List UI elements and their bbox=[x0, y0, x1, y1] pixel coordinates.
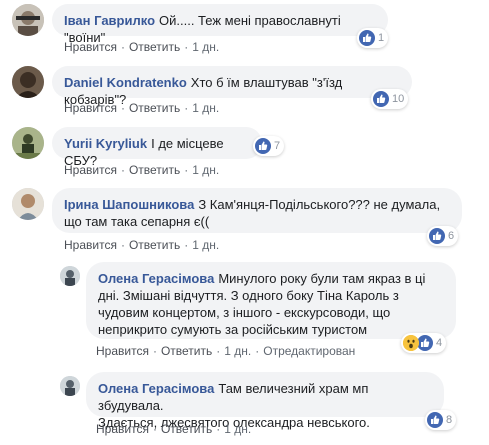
reply-link[interactable]: Ответить bbox=[129, 238, 180, 252]
like-reaction-icon bbox=[255, 138, 271, 154]
wow-reaction-icon bbox=[403, 335, 419, 351]
edited-label[interactable]: Отредактирован bbox=[263, 344, 355, 358]
reply-bubble: Олена Герасімова Там величезний храм мп з… bbox=[86, 372, 444, 430]
reactions-summary[interactable]: 7 bbox=[253, 136, 285, 156]
reply-link[interactable]: Ответить bbox=[129, 101, 180, 115]
reply-text-line: неприкрито сумують за російським туристо… bbox=[98, 322, 368, 337]
avatar[interactable] bbox=[12, 127, 44, 159]
timestamp[interactable]: 1 дн. bbox=[192, 40, 219, 54]
comment-author[interactable]: Daniel Kondratenko bbox=[64, 75, 187, 90]
timestamp[interactable]: 1 дн. bbox=[224, 344, 251, 358]
timestamp[interactable]: 1 дн. bbox=[224, 422, 251, 436]
avatar[interactable] bbox=[60, 266, 80, 286]
like-reaction-icon bbox=[417, 335, 433, 351]
reply-link[interactable]: Ответить bbox=[129, 40, 180, 54]
comment-author[interactable]: Ірина Шапошникова bbox=[64, 197, 194, 212]
reaction-count: 7 bbox=[274, 140, 281, 152]
reaction-count: 10 bbox=[392, 93, 405, 105]
reactions-summary[interactable]: 6 bbox=[427, 226, 459, 246]
comment-bubble: Yurii Kyryliuk І де місцеве СБУ? bbox=[52, 127, 262, 168]
avatar[interactable] bbox=[12, 4, 44, 36]
timestamp[interactable]: 1 дн. bbox=[192, 238, 219, 252]
comment-text-line: що там така сепарня є(( bbox=[64, 214, 210, 229]
reply-link[interactable]: Ответить bbox=[129, 163, 180, 177]
reply-actions: Нравится · Ответить · 1 дн. · Отредактирован bbox=[96, 344, 356, 358]
comment-author[interactable]: Yurii Kyryliuk bbox=[64, 136, 147, 151]
like-reaction-icon bbox=[429, 228, 445, 244]
comment-actions: Нравится · Ответить · 1 дн. bbox=[64, 40, 220, 54]
reaction-count: 4 bbox=[436, 337, 443, 349]
reply-author[interactable]: Олена Герасімова bbox=[98, 271, 214, 286]
like-link[interactable]: Нравится bbox=[64, 101, 117, 115]
like-reaction-icon bbox=[427, 412, 443, 428]
reactions-summary[interactable]: 8 bbox=[425, 410, 457, 430]
avatar[interactable] bbox=[12, 66, 44, 98]
reply-link[interactable]: Ответить bbox=[161, 422, 212, 436]
reaction-count: 8 bbox=[446, 414, 453, 426]
reaction-count: 6 bbox=[448, 230, 455, 242]
like-reaction-icon bbox=[359, 30, 375, 46]
avatar[interactable] bbox=[12, 188, 44, 220]
reaction-count: 1 bbox=[378, 32, 385, 44]
comment-actions: Нравится · Ответить · 1 дн. bbox=[64, 101, 220, 115]
comment-actions: Нравится · Ответить · 1 дн. bbox=[64, 238, 220, 252]
comment-bubble: Іван Гаврилко Ой..... Теж мені православн… bbox=[52, 4, 388, 45]
like-link[interactable]: Нравится bbox=[64, 163, 117, 177]
comment-author[interactable]: Іван Гаврилко bbox=[64, 13, 155, 28]
reply-text-line: чудовим концертом, з іншого - екскурсово… bbox=[98, 305, 391, 320]
like-reaction-icon bbox=[373, 91, 389, 107]
avatar[interactable] bbox=[60, 376, 80, 396]
reactions-summary[interactable]: 4 bbox=[401, 333, 447, 353]
reactions-summary[interactable]: 10 bbox=[371, 89, 409, 109]
comment-text-line: З Кам'янця-Подільського??? не думала, bbox=[198, 197, 441, 212]
like-link[interactable]: Нравится bbox=[64, 238, 117, 252]
comment-actions: Нравится · Ответить · 1 дн. bbox=[64, 163, 220, 177]
reply-text-line: дні. Змішані відчуття. З одного боку Тін… bbox=[98, 288, 399, 303]
comment-bubble: Daniel Kondratenko Хто б їм влаштував "з'… bbox=[52, 66, 412, 107]
reply-author[interactable]: Олена Герасімова bbox=[98, 381, 214, 396]
reply-bubble: Олена Герасімова Минулого року були там я… bbox=[86, 262, 456, 339]
like-link[interactable]: Нравится bbox=[96, 344, 149, 358]
timestamp[interactable]: 1 дн. bbox=[192, 101, 219, 115]
reply-text-line: Минулого року були там якраз в ці bbox=[218, 271, 426, 286]
reply-actions: Нравится · Ответить · 1 дн. bbox=[96, 422, 252, 436]
like-link[interactable]: Нравится bbox=[96, 422, 149, 436]
reactions-summary[interactable]: 1 bbox=[357, 28, 389, 48]
comment-bubble: Ірина Шапошникова З Кам'янця-Подільського… bbox=[52, 188, 462, 233]
like-link[interactable]: Нравится bbox=[64, 40, 117, 54]
timestamp[interactable]: 1 дн. bbox=[192, 163, 219, 177]
reply-link[interactable]: Ответить bbox=[161, 344, 212, 358]
